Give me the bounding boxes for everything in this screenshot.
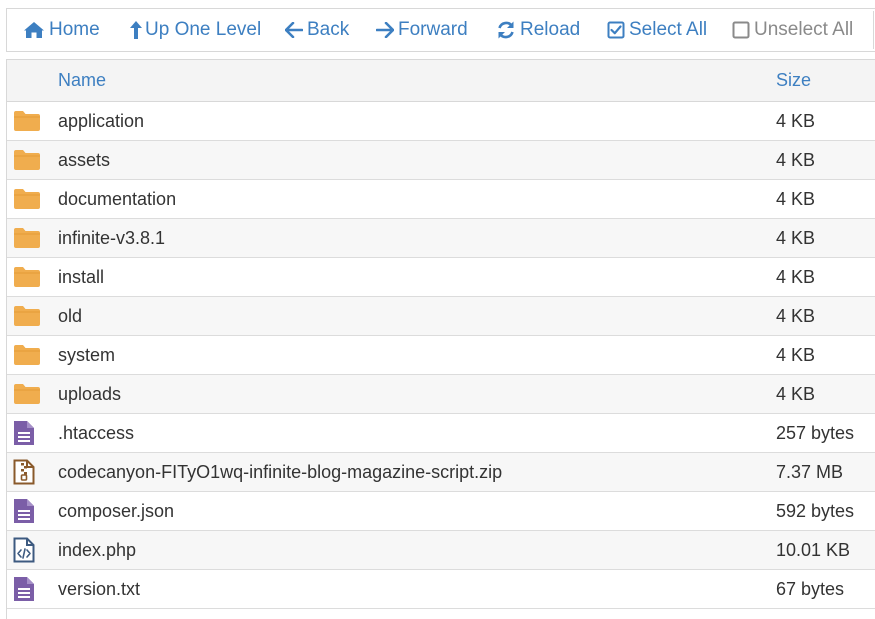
unselect-all-button[interactable]: Unselect All (732, 9, 853, 51)
file-name: .htaccess (58, 422, 135, 443)
file-row[interactable]: codecanyon-FITyO1wq-infinite-blog-magazi… (7, 453, 875, 492)
file-size: 7.37 MB (776, 461, 844, 482)
file-list: Name Size application 4 KB assets 4 KB docum… (6, 59, 875, 619)
select-all-button[interactable]: Select All (607, 9, 707, 51)
folder-icon (13, 336, 41, 374)
file-name: documentation (58, 188, 177, 209)
file-row[interactable]: assets 4 KB (7, 141, 875, 180)
file-size: 4 KB (776, 149, 816, 170)
text-file-icon (13, 414, 35, 452)
zip-file-icon (13, 453, 35, 491)
home-label: Home (49, 19, 100, 40)
file-name: uploads (58, 383, 122, 404)
folder-icon (13, 258, 41, 296)
arrow-up-icon (129, 20, 143, 40)
file-row[interactable]: version.txt 67 bytes (7, 570, 875, 609)
folder-icon (13, 297, 41, 335)
file-name: index.php (58, 539, 137, 560)
file-name: assets (58, 149, 111, 170)
arrow-right-icon (376, 22, 394, 38)
forward-label: Forward (398, 19, 468, 40)
file-name: application (58, 110, 145, 131)
home-icon (23, 21, 45, 39)
reload-icon (496, 20, 516, 40)
file-size: 4 KB (776, 188, 816, 209)
up-one-level-button[interactable]: Up One Level (129, 9, 261, 51)
file-name: composer.json (58, 500, 175, 521)
file-name: codecanyon-FITyO1wq-infinite-blog-magazi… (58, 461, 503, 482)
file-size: 4 KB (776, 344, 816, 365)
file-name: system (58, 344, 116, 365)
unselect-all-label: Unselect All (754, 19, 854, 40)
file-row[interactable]: old 4 KB (7, 297, 875, 336)
file-row[interactable]: application 4 KB (7, 102, 875, 141)
file-size: 4 KB (776, 227, 816, 248)
file-size: 592 bytes (776, 500, 855, 521)
file-list-header: Name Size (7, 60, 875, 102)
file-row[interactable]: .htaccess 257 bytes (7, 414, 875, 453)
size-column-header[interactable]: Size (776, 60, 811, 101)
name-column-header[interactable]: Name (58, 60, 106, 101)
folder-icon (13, 141, 41, 179)
file-size: 10.01 KB (776, 539, 851, 560)
checkbox-empty-icon (732, 21, 750, 39)
up-one-level-label: Up One Level (145, 19, 262, 40)
file-size: 4 KB (776, 266, 816, 287)
file-row[interactable]: infinite-v3.8.1 4 KB (7, 219, 875, 258)
file-size: 4 KB (776, 305, 816, 326)
folder-icon (13, 375, 41, 413)
file-row[interactable]: install 4 KB (7, 258, 875, 297)
file-manager-toolbar: Home Up One Level Back Forward Reload Se… (6, 8, 875, 52)
text-file-icon (13, 570, 35, 608)
file-rows: application 4 KB assets 4 KB documentation 4 … (7, 102, 875, 609)
file-row[interactable]: composer.json 592 bytes (7, 492, 875, 531)
back-label: Back (307, 19, 350, 40)
arrow-left-icon (285, 22, 303, 38)
file-row[interactable]: documentation 4 KB (7, 180, 875, 219)
reload-label: Reload (520, 19, 581, 40)
file-size: 4 KB (776, 110, 816, 131)
file-name: infinite-v3.8.1 (58, 227, 166, 248)
select-all-label: Select All (629, 19, 708, 40)
back-button[interactable]: Back (285, 9, 349, 51)
text-file-icon (13, 492, 35, 530)
file-name: version.txt (58, 578, 141, 599)
folder-icon (13, 102, 41, 140)
folder-icon (13, 219, 41, 257)
file-size: 257 bytes (776, 422, 855, 443)
file-name: install (58, 266, 105, 287)
file-name: old (58, 305, 83, 326)
file-row[interactable]: index.php 10.01 KB (7, 531, 875, 570)
home-button[interactable]: Home (23, 9, 100, 51)
reload-button[interactable]: Reload (496, 9, 580, 51)
folder-icon (13, 180, 41, 218)
code-file-icon (13, 531, 35, 569)
file-size: 67 bytes (776, 578, 845, 599)
checkbox-checked-icon (607, 21, 625, 39)
file-row[interactable]: system 4 KB (7, 336, 875, 375)
toolbar-divider (873, 11, 874, 49)
forward-button[interactable]: Forward (376, 9, 468, 51)
file-size: 4 KB (776, 383, 816, 404)
file-row[interactable]: uploads 4 KB (7, 375, 875, 414)
